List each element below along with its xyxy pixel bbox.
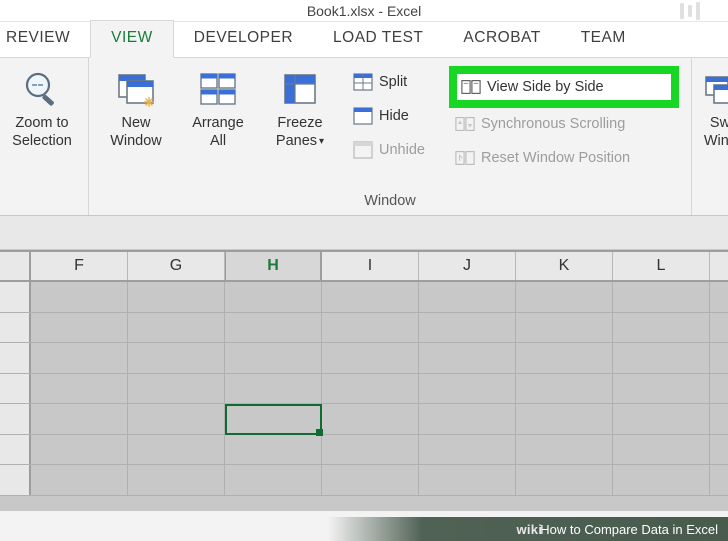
new-window-label: New Window xyxy=(110,114,162,150)
footer-brand: wiki xyxy=(516,522,542,537)
hide-label: Hide xyxy=(379,108,409,124)
col-header-I[interactable]: I xyxy=(322,252,419,280)
active-cell[interactable] xyxy=(225,404,322,435)
group-zoom-label xyxy=(0,193,88,215)
grid-row xyxy=(0,435,728,466)
switch-windows-label: Sw Winc xyxy=(704,114,728,150)
grid-row xyxy=(0,404,728,435)
grid-row xyxy=(0,465,728,496)
unhide-label: Unhide xyxy=(379,142,425,158)
footer-caption: wiki How to Compare Data in Excel xyxy=(0,517,728,541)
hide-icon xyxy=(353,107,373,125)
grid-row xyxy=(0,282,728,313)
col-header-F[interactable]: F xyxy=(31,252,128,280)
arrange-all-label: Arrange All xyxy=(192,114,244,150)
col-header-L[interactable]: L xyxy=(613,252,710,280)
zoom-to-selection-button[interactable]: Zoom to Selection xyxy=(4,64,80,150)
group-switch: Sw Winc xyxy=(692,58,728,215)
freeze-panes-button[interactable]: Freeze Panes▾ xyxy=(265,64,335,150)
grid-row xyxy=(0,313,728,344)
side-by-side-icon xyxy=(461,78,481,96)
reset-position-icon xyxy=(455,149,475,167)
reset-window-position-label: Reset Window Position xyxy=(481,150,630,166)
switch-windows-button[interactable]: Sw Winc xyxy=(698,64,728,150)
tab-team[interactable]: TEAM xyxy=(561,21,646,57)
tab-view[interactable]: VIEW xyxy=(90,20,174,58)
col-header-gutter[interactable] xyxy=(0,252,31,280)
grid-row xyxy=(0,343,728,374)
reset-window-position-button: Reset Window Position xyxy=(449,142,679,174)
fill-handle[interactable] xyxy=(316,429,323,436)
new-window-icon xyxy=(115,68,157,110)
split-icon xyxy=(353,73,373,91)
split-label: Split xyxy=(379,74,407,90)
grid-row xyxy=(0,374,728,405)
tab-acrobat[interactable]: ACROBAT xyxy=(443,21,560,57)
switch-windows-icon xyxy=(699,68,728,110)
arrange-all-button[interactable]: Arrange All xyxy=(183,64,253,150)
col-header-G[interactable]: G xyxy=(128,252,225,280)
view-side-by-side-label: View Side by Side xyxy=(487,79,604,95)
tab-review[interactable]: REVIEW xyxy=(0,21,90,57)
ribbon: Zoom to Selection xyxy=(0,58,728,216)
unhide-button: Unhide xyxy=(347,134,437,166)
group-window: New Window Arrange All xyxy=(89,58,692,215)
col-header-H[interactable]: H xyxy=(225,252,322,280)
tab-developer[interactable]: DEVELOPER xyxy=(174,21,313,57)
sync-scroll-icon xyxy=(455,115,475,133)
synchronous-scrolling-label: Synchronous Scrolling xyxy=(481,116,625,132)
ribbon-tabs: REVIEW VIEW DEVELOPER LOAD TEST ACROBAT … xyxy=(0,22,728,58)
group-zoom: Zoom to Selection xyxy=(0,58,89,215)
freeze-panes-icon xyxy=(279,68,321,110)
compare-stack: View Side by Side Synchronous Scrolling xyxy=(449,64,679,174)
unhide-icon xyxy=(353,141,373,159)
tab-load-test[interactable]: LOAD TEST xyxy=(313,21,443,57)
view-side-by-side-highlight: View Side by Side xyxy=(449,66,679,108)
col-header-J[interactable]: J xyxy=(419,252,516,280)
window-title: Book1.xlsx - Excel xyxy=(307,3,421,19)
title-bar: Book1.xlsx - Excel xyxy=(0,0,728,22)
cells-area[interactable] xyxy=(0,282,728,511)
title-decor xyxy=(680,0,700,22)
split-hide-stack: Split Hide Unhide xyxy=(347,64,437,166)
zoom-to-selection-label: Zoom to Selection xyxy=(12,114,72,150)
synchronous-scrolling-button: Synchronous Scrolling xyxy=(449,108,679,140)
footer-text: How to Compare Data in Excel xyxy=(540,522,718,537)
split-button[interactable]: Split xyxy=(347,66,437,98)
column-headers: F G H I J K L xyxy=(0,250,728,282)
formula-bar-area xyxy=(0,216,728,250)
hide-button[interactable]: Hide xyxy=(347,100,437,132)
dropdown-caret-icon: ▾ xyxy=(319,136,324,149)
magnifier-icon xyxy=(21,68,63,110)
group-window-label: Window xyxy=(89,193,691,215)
new-window-button[interactable]: New Window xyxy=(101,64,171,150)
col-header-K[interactable]: K xyxy=(516,252,613,280)
arrange-all-icon xyxy=(197,68,239,110)
freeze-panes-label: Freeze Panes▾ xyxy=(276,114,324,150)
view-side-by-side-button[interactable]: View Side by Side xyxy=(457,74,671,100)
spreadsheet-grid[interactable]: F G H I J K L xyxy=(0,250,728,511)
